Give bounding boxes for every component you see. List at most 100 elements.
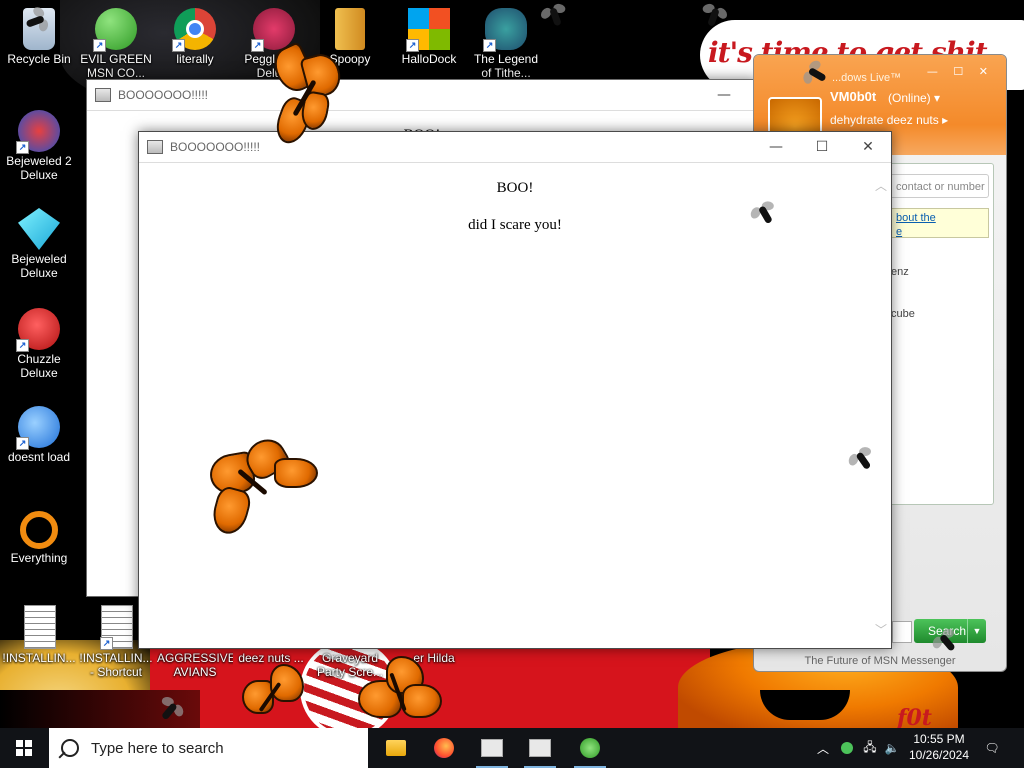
shortcut-arrow-icon: ↗	[483, 39, 496, 52]
shortcut-arrow-icon: ↗	[16, 437, 29, 450]
window-titlebar[interactable]: BOOOOOOO!!!!! — ☐ ✕	[139, 132, 891, 163]
msn-info-link-line2: e	[896, 226, 903, 238]
msn-tray-icon[interactable]	[838, 728, 856, 768]
show-hidden-icons-icon[interactable]: ︿	[814, 728, 832, 768]
desktop-icon-bejeweled[interactable]: Bejeweled Deluxe	[1, 206, 77, 280]
taskbar-firefox[interactable]	[420, 728, 468, 768]
taskbar-search-placeholder: Type here to search	[91, 739, 224, 757]
desktop-icon-chuzzle[interactable]: ↗ Chuzzle Deluxe	[1, 306, 77, 380]
desktop-icon-label: AGGRESSIVE AVIANS	[157, 651, 233, 679]
window-app-icon	[95, 88, 111, 102]
clock-date: 10/26/2024	[908, 748, 970, 762]
window-title: BOOOOOOO!!!!!	[170, 140, 261, 154]
butterfly-icon	[356, 650, 442, 724]
desktop-icon-installing[interactable]: !INSTALLIN...	[1, 603, 77, 665]
desktop-icon-label: EVIL GREEN MSN CO...	[80, 52, 152, 80]
boo-window-icon	[481, 739, 503, 757]
desktop-icon-label: Everything	[10, 551, 68, 565]
window-content: BOO! did I scare you! ︿ ﹀	[139, 163, 891, 648]
clock-time: 10:55 PM	[913, 732, 965, 746]
taskbar-file-explorer[interactable]	[372, 728, 420, 768]
desktop-icon-legend[interactable]: ↗ The Legend of Tithe...	[468, 6, 544, 80]
taskbar-search-box[interactable]: Type here to search	[49, 728, 368, 768]
notification-center-icon[interactable]: 🗨	[980, 728, 1004, 768]
start-button[interactable]	[0, 728, 48, 768]
search-icon	[61, 739, 79, 757]
shortcut-arrow-icon: ↗	[172, 39, 185, 52]
desktop-icon-label: Chuzzle Deluxe	[17, 352, 61, 380]
msn-user-name: VM0b0t	[830, 89, 877, 104]
msn-status-dropdown[interactable]: (Online) ▾	[888, 91, 940, 105]
everything-search-icon	[20, 511, 58, 549]
windows-logo-icon	[16, 740, 32, 756]
msn-bottom-input[interactable]	[892, 621, 912, 643]
boo-window-icon	[529, 739, 551, 757]
window-titlebar[interactable]: BOOOOOOO!!!!! —	[87, 80, 757, 111]
thunderbird-icon: ↗	[16, 406, 60, 450]
msn-contact-item[interactable]: cube	[891, 308, 915, 320]
desktop-icon-literally[interactable]: ↗ literally	[157, 6, 233, 66]
windows-logo-icon: ↗	[406, 8, 450, 52]
network-icon[interactable]: 🖧	[860, 728, 880, 768]
taskbar-clock[interactable]: 10:55 PM 10/26/2024	[906, 731, 972, 763]
chrome-icon: ↗	[172, 8, 216, 52]
firefox-icon	[434, 738, 454, 758]
msn-icon	[580, 738, 600, 758]
boo-window-front[interactable]: BOOOOOOO!!!!! — ☐ ✕ BOO! did I scare you…	[138, 131, 892, 649]
desktop-icon-label: !INSTALLIN... - Shortcut	[79, 651, 153, 679]
shortcut-arrow-icon: ↗	[251, 39, 264, 52]
msn-contact-item[interactable]: enz	[891, 266, 909, 278]
minimize-button[interactable]: —	[701, 80, 747, 110]
taskbar-msn[interactable]	[566, 728, 614, 768]
msn-footer: The Future of MSN Messenger	[804, 655, 956, 667]
boo-heading: BOO!	[496, 180, 534, 196]
window-title: BOOOOOOO!!!!!	[118, 88, 209, 102]
shortcut-arrow-icon: ↗	[16, 339, 29, 352]
scroll-down-icon[interactable]: ﹀	[875, 621, 887, 638]
msn-personal-message[interactable]: dehydrate deez nuts ▸	[830, 113, 948, 127]
close-button[interactable]: ✕	[845, 132, 891, 162]
minimize-button[interactable]: —	[753, 132, 799, 162]
taskbar-boo-window-2[interactable]	[516, 728, 564, 768]
desktop-icon-aggressive-avians[interactable]: AGGRESSIVE AVIANS	[157, 651, 233, 679]
zelda-character-icon: ↗	[483, 8, 527, 52]
butterfly-icon	[240, 662, 306, 728]
desktop-icon-label: Recycle Bin	[7, 52, 71, 66]
msn-app-title: ...dows Live™	[832, 72, 902, 84]
butterfly-icon	[206, 432, 320, 538]
maximize-button[interactable]: ☐	[799, 132, 845, 162]
desktop-icon-bejeweled-2[interactable]: ↗ Bejeweled 2 Deluxe	[1, 108, 77, 182]
desktop-icon-doesnt-load[interactable]: ↗ doesnt load	[1, 404, 77, 464]
desktop-icon-label: literally	[176, 52, 214, 66]
window-app-icon	[147, 140, 163, 154]
desktop-icon-hallodock[interactable]: ↗ HalloDock	[391, 6, 467, 66]
volume-icon[interactable]: 🔈	[882, 728, 902, 768]
msn-search-input[interactable]: contact or number	[889, 174, 989, 198]
desktop-icon-label: Bejeweled 2 Deluxe	[6, 154, 72, 182]
desktop-icon-label: !INSTALLIN...	[2, 651, 76, 665]
scroll-up-icon[interactable]: ︿	[875, 177, 887, 194]
dropdown-arrow-icon[interactable]: ▼	[967, 619, 986, 643]
msn-info-link[interactable]: bout the e	[889, 208, 989, 238]
document-icon	[24, 605, 56, 649]
desktop-icon-label: doesnt load	[7, 450, 71, 464]
shortcut-arrow-icon: ↗	[16, 141, 29, 154]
desktop-icon-everything[interactable]: Everything	[1, 503, 77, 565]
desktop-icon-label: The Legend of Tithe...	[473, 52, 539, 80]
desktop-icon-label: Bejeweled Deluxe	[11, 252, 67, 280]
msn-messenger-icon: ↗	[93, 8, 137, 52]
bejeweled-gem-icon	[18, 208, 60, 250]
shortcut-arrow-icon: ↗	[406, 39, 419, 52]
desktop-icon-evil-green-msn[interactable]: ↗ EVIL GREEN MSN CO...	[78, 6, 154, 80]
taskbar-boo-window-1[interactable]	[468, 728, 516, 768]
shortcut-arrow-icon: ↗	[100, 637, 113, 650]
desktop-icon-label: HalloDock	[401, 52, 457, 66]
shortcut-arrow-icon: ↗	[93, 39, 106, 52]
msn-window-controls[interactable]: — ☐ ✕	[927, 65, 994, 78]
butterfly-icon	[267, 38, 345, 150]
chuzzle-icon: ↗	[16, 308, 60, 352]
file-explorer-icon	[386, 740, 406, 756]
bejeweled-2-icon: ↗	[16, 110, 60, 154]
document-shortcut-icon: ↗	[100, 605, 133, 650]
msn-info-link-line1: bout the	[896, 212, 936, 224]
